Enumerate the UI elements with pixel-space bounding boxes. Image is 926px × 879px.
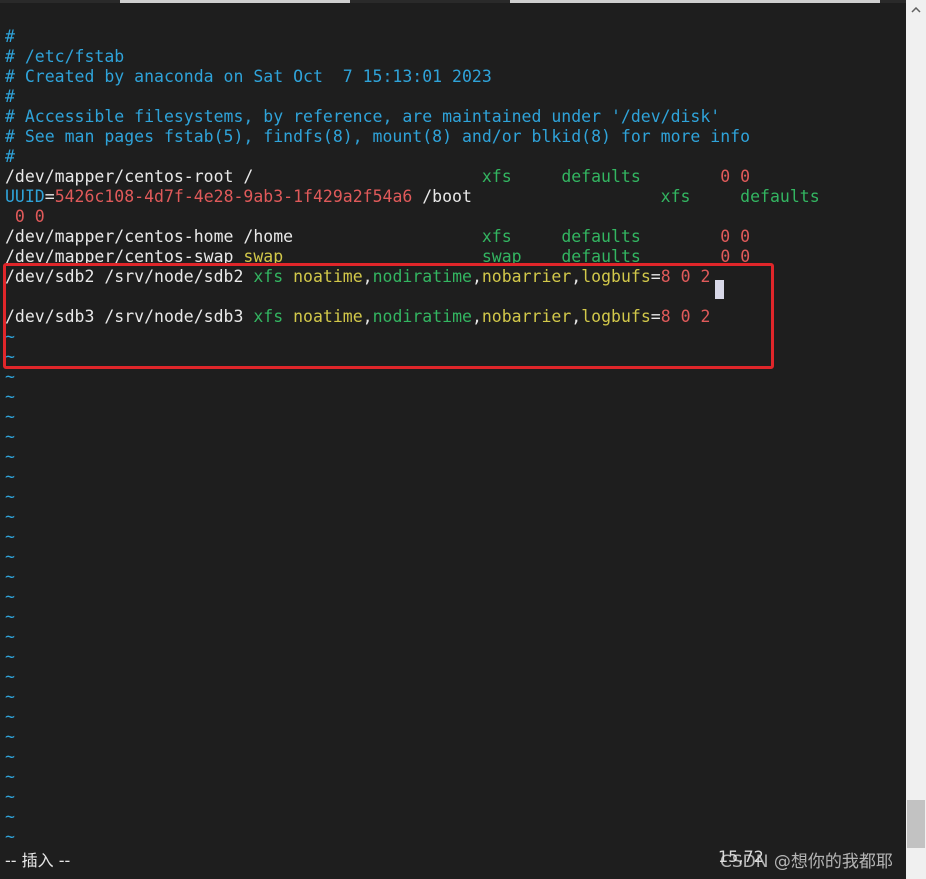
editor-line: # <box>5 27 15 47</box>
empty-line-tilde: ~ <box>5 387 15 406</box>
tab-indicator <box>510 0 880 3</box>
empty-line-tilde: ~ <box>5 427 15 446</box>
line-text-segment: xfs <box>481 167 512 186</box>
editor-line: 0 0 <box>5 207 45 227</box>
line-text-segment: /dev/mapper/centos-home /home <box>5 227 482 246</box>
empty-line-tilde: ~ <box>5 667 15 686</box>
empty-line-tilde: ~ <box>5 367 15 386</box>
line-text-segment: 0 0 <box>720 227 751 246</box>
empty-line-tilde: ~ <box>5 807 15 826</box>
editor-line: /dev/mapper/centos-root / xfs defaults 0… <box>5 167 750 187</box>
scroll-up-arrow-icon[interactable] <box>906 2 926 22</box>
scrollbar-thumb[interactable] <box>907 800 925 848</box>
editor-line: # Created by anaconda on Sat Oct 7 15:13… <box>5 67 492 87</box>
empty-line-tilde: ~ <box>5 567 15 586</box>
line-text-segment: # <box>5 27 15 46</box>
editor-line: # /etc/fstab <box>5 47 124 67</box>
window-top-edge <box>0 0 906 3</box>
watermark: CSDN @想你的我都耶 <box>720 852 893 872</box>
line-text-segment: # Accessible filesystems, by reference, … <box>5 107 721 126</box>
line-text-segment: = <box>44 187 55 206</box>
empty-line-tilde: ~ <box>5 687 15 706</box>
vim-editor[interactable]: # # /etc/fstab # Created by anaconda on Sa… <box>0 27 906 879</box>
empty-line-tilde: ~ <box>5 607 15 626</box>
editor-line: # <box>5 147 15 167</box>
editor-line: # Accessible filesystems, by reference, … <box>5 107 720 127</box>
empty-line-tilde: ~ <box>5 767 15 786</box>
tab-indicator <box>120 0 350 3</box>
line-text-segment: 5426c108-4d7f-4e28-9ab3-1f429a2f54a6 <box>54 187 413 206</box>
empty-line-tilde: ~ <box>5 587 15 606</box>
line-text-segment: # <box>5 147 15 166</box>
vim-mode-indicator: -- 插入 -- <box>5 851 71 870</box>
line-text-segment <box>690 187 740 206</box>
line-text-segment: defaults <box>561 167 641 186</box>
empty-line-tilde: ~ <box>5 507 15 526</box>
empty-line-tilde: ~ <box>5 647 15 666</box>
line-text-segment: xfs <box>481 227 512 246</box>
line-text-segment <box>512 167 562 186</box>
line-text-segment: 0 0 <box>5 207 45 226</box>
vertical-scrollbar[interactable] <box>906 0 926 879</box>
line-text-segment <box>641 167 720 186</box>
line-text-segment: /dev/mapper/centos-root / <box>5 167 482 186</box>
empty-line-tilde: ~ <box>5 407 15 426</box>
editor-line: # See man pages fstab(5), findfs(8), mou… <box>5 127 750 147</box>
line-text-segment <box>641 227 720 246</box>
empty-line-tilde: ~ <box>5 547 15 566</box>
line-text-segment: defaults <box>740 187 820 206</box>
line-text-segment: # <box>5 87 15 106</box>
line-text-segment: 0 0 <box>720 167 751 186</box>
line-text-segment: defaults <box>561 227 641 246</box>
line-text-segment: xfs <box>660 187 691 206</box>
empty-line-tilde: ~ <box>5 467 15 486</box>
empty-line-tilde: ~ <box>5 827 15 846</box>
annotation-highlight-box <box>3 263 774 369</box>
empty-line-tilde: ~ <box>5 627 15 646</box>
empty-line-tilde: ~ <box>5 447 15 466</box>
line-text-segment: # See man pages fstab(5), findfs(8), mou… <box>5 127 751 146</box>
empty-line-tilde: ~ <box>5 727 15 746</box>
line-text-segment <box>512 227 562 246</box>
line-text-segment: # /etc/fstab <box>5 47 125 66</box>
empty-line-tilde: ~ <box>5 707 15 726</box>
editor-line: # <box>5 87 15 107</box>
empty-line-tilde: ~ <box>5 787 15 806</box>
empty-line-tilde: ~ <box>5 487 15 506</box>
empty-line-tilde: ~ <box>5 527 15 546</box>
empty-line-tilde: ~ <box>5 747 15 766</box>
editor-line: UUID=5426c108-4d7f-4e28-9ab3-1f429a2f54a… <box>5 187 820 207</box>
editor-line: /dev/mapper/centos-home /home xfs defaul… <box>5 227 750 247</box>
line-text-segment: # Created by anaconda on Sat Oct 7 15:13… <box>5 67 492 86</box>
line-text-segment: /boot <box>412 187 661 206</box>
line-text-segment: UUID <box>5 187 45 206</box>
